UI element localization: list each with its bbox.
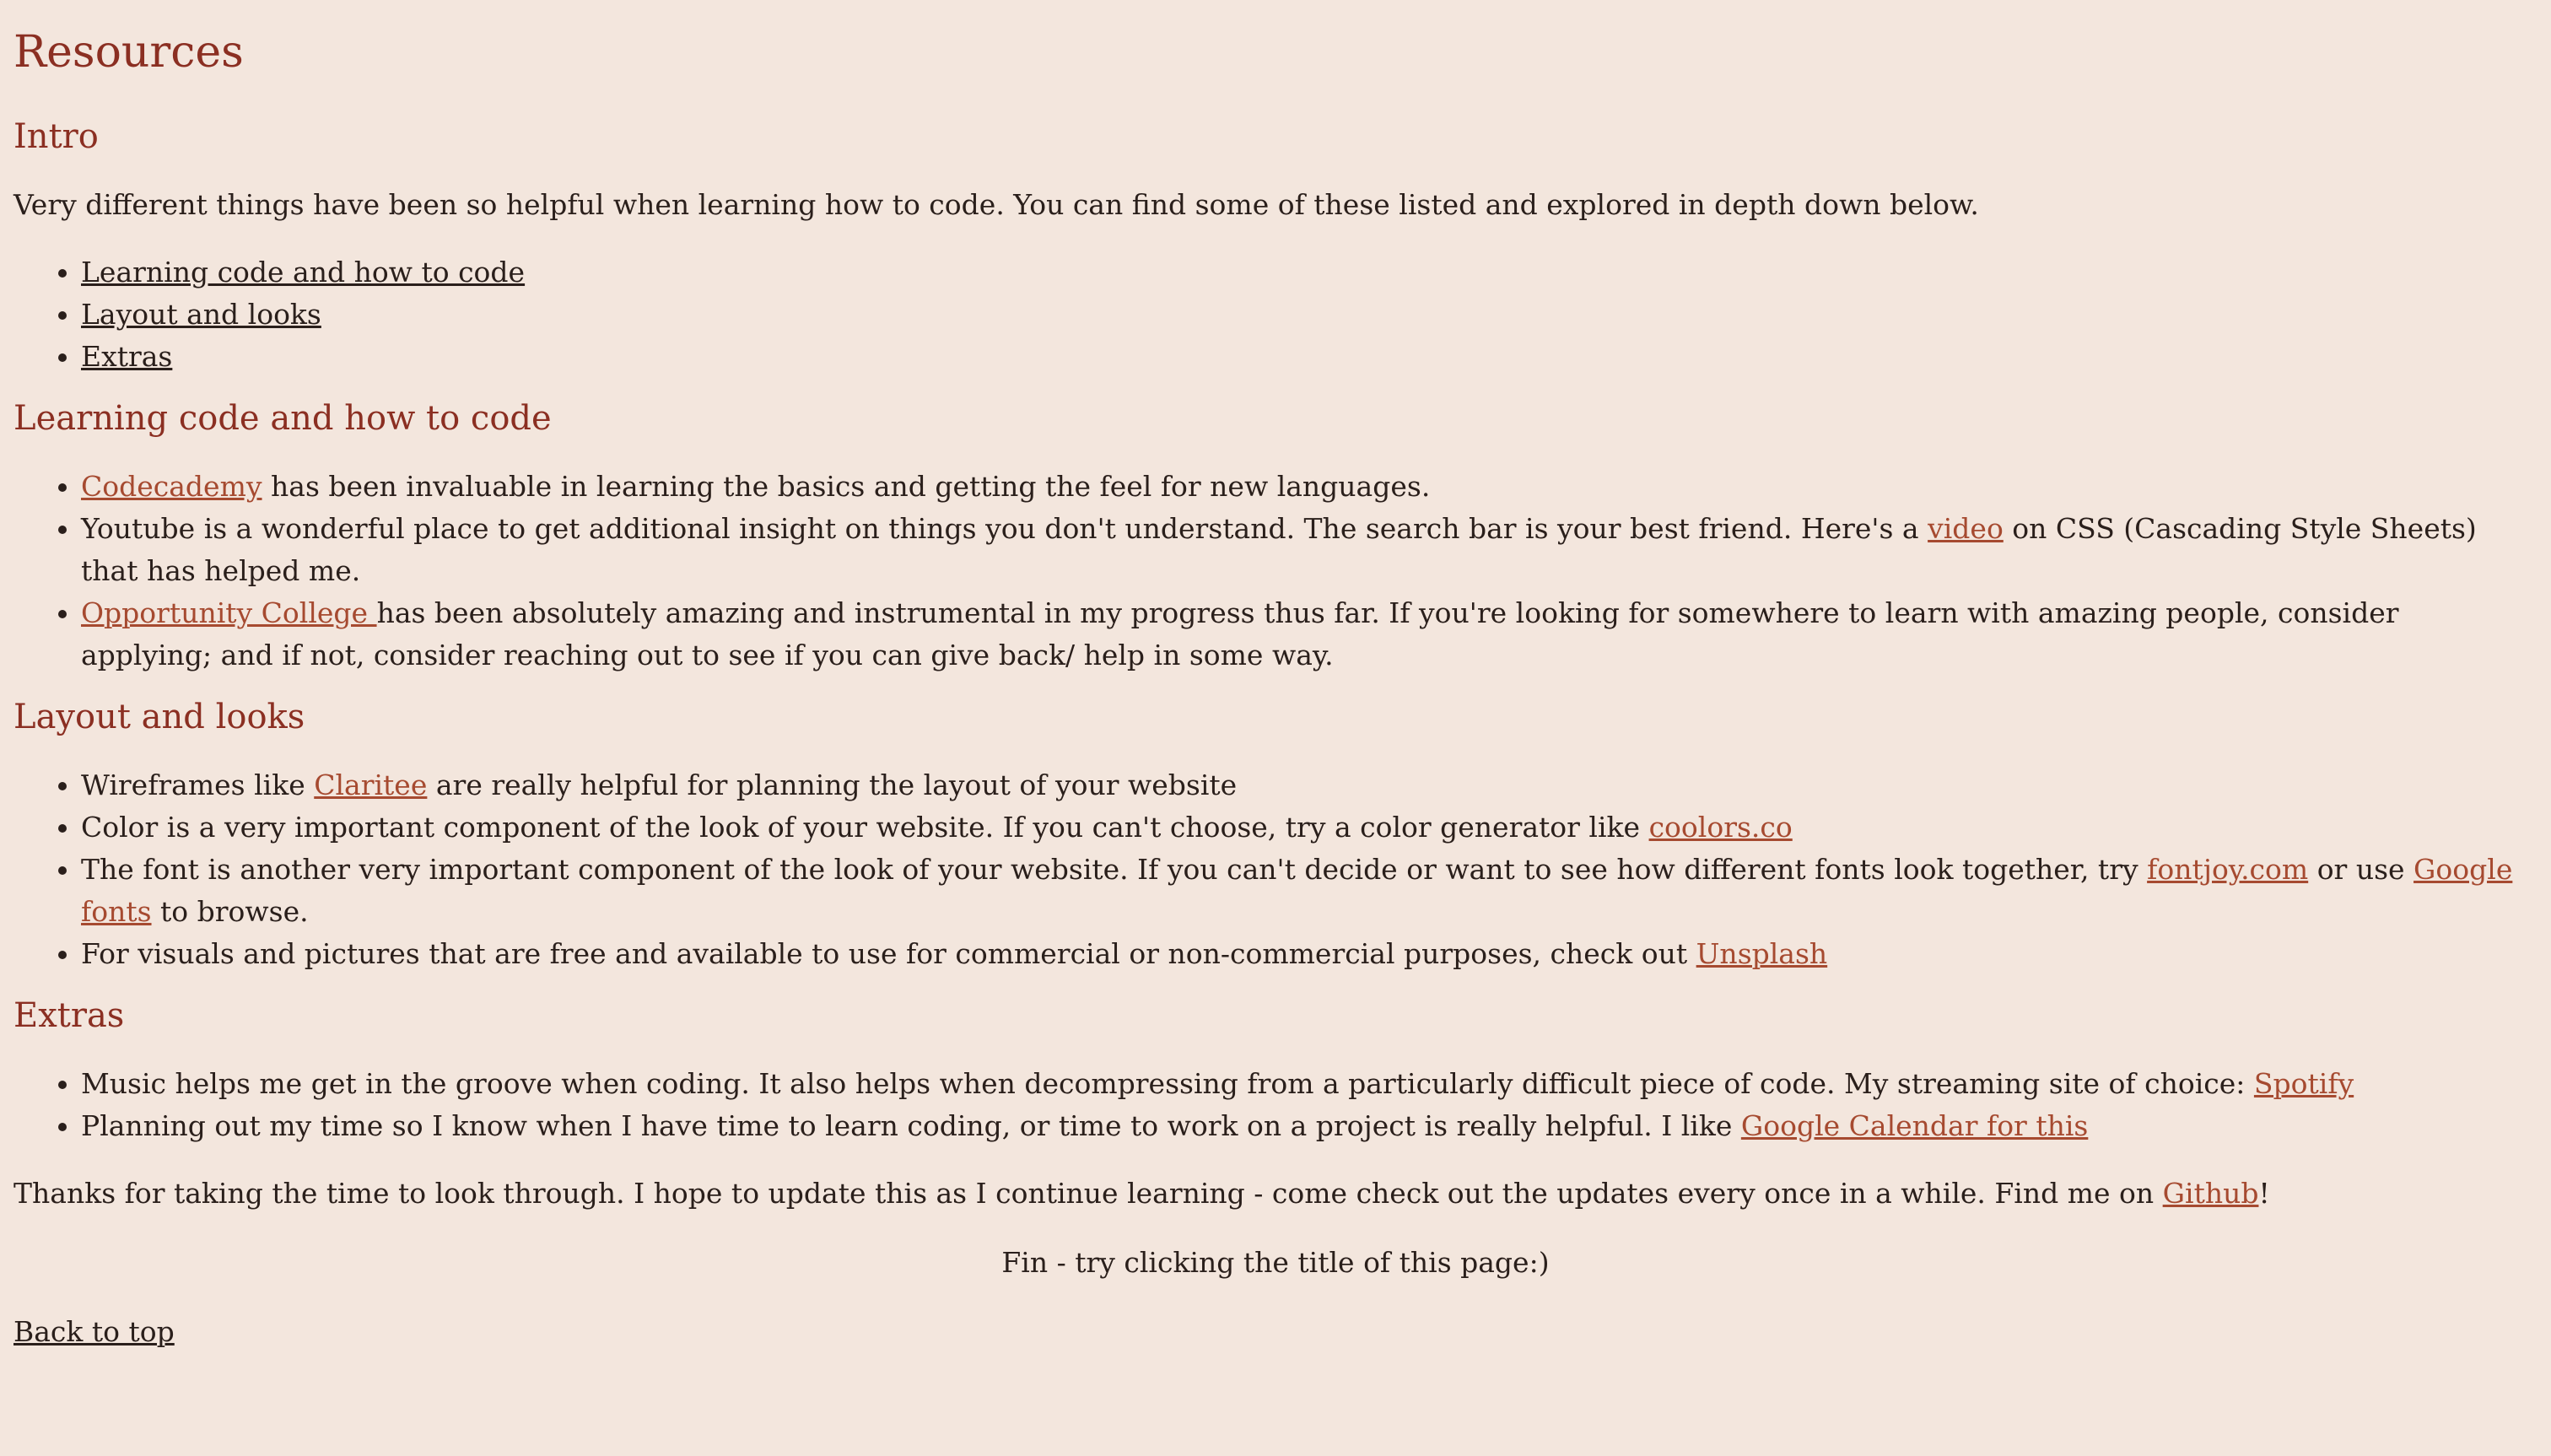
outro-text: Thanks for taking the time to look throu… xyxy=(13,1173,2538,1215)
toc-item: Learning code and how to code xyxy=(81,251,2538,294)
opportunity-college-link[interactable]: Opportunity College xyxy=(81,596,377,629)
list-item: Codecademy has been invaluable in learni… xyxy=(81,466,2538,508)
fontjoy-link[interactable]: fontjoy.com xyxy=(2147,853,2308,886)
list-item: Wireframes like Claritee are really help… xyxy=(81,764,2538,806)
outro-text-after: ! xyxy=(2258,1177,2270,1210)
github-link[interactable]: Github xyxy=(2163,1177,2259,1210)
toc-link-layout[interactable]: Layout and looks xyxy=(81,298,321,331)
list-item-text: For visuals and pictures that are free a… xyxy=(81,937,1696,970)
list-item: Planning out my time so I know when I ha… xyxy=(81,1105,2538,1147)
fin-text: Fin - try clicking the title of this pag… xyxy=(1001,1246,1550,1279)
codecademy-link[interactable]: Codecademy xyxy=(81,470,262,503)
coolors-link[interactable]: coolors.co xyxy=(1649,811,1793,844)
layout-heading: Layout and looks xyxy=(13,698,305,736)
list-item-text: Youtube is a wonderful place to get addi… xyxy=(81,512,1928,545)
list-item-text: Color is a very important component of t… xyxy=(81,811,1649,844)
unsplash-link[interactable]: Unsplash xyxy=(1696,937,1828,970)
table-of-contents: Learning code and how to code Layout and… xyxy=(13,251,2538,378)
learning-list: Codecademy has been invaluable in learni… xyxy=(13,466,2538,677)
intro-text: Very different things have been so helpf… xyxy=(13,188,1979,221)
list-item: Music helps me get in the groove when co… xyxy=(81,1063,2538,1105)
toc-item: Extras xyxy=(81,336,2538,378)
list-item-text: has been absolutely amazing and instrume… xyxy=(81,596,2399,671)
list-item: Color is a very important component of t… xyxy=(81,806,2538,849)
list-item: Youtube is a wonderful place to get addi… xyxy=(81,508,2538,592)
outro-text-before: Thanks for taking the time to look throu… xyxy=(13,1177,2163,1210)
list-item-text: Planning out my time so I know when I ha… xyxy=(81,1109,1741,1142)
claritee-link[interactable]: Claritee xyxy=(314,768,427,801)
back-to-top-link[interactable]: Back to top xyxy=(13,1315,175,1348)
toc-item: Layout and looks xyxy=(81,294,2538,336)
list-item: For visuals and pictures that are free a… xyxy=(81,933,2538,975)
intro-heading: Intro xyxy=(13,117,99,156)
video-link[interactable]: video xyxy=(1928,512,2004,545)
toc-link-learning[interactable]: Learning code and how to code xyxy=(81,256,525,289)
back-to-top-wrapper: Back to top xyxy=(13,1311,2538,1353)
list-item-text: or use xyxy=(2308,853,2414,886)
layout-list: Wireframes like Claritee are really help… xyxy=(13,764,2538,975)
list-item-text: Music helps me get in the groove when co… xyxy=(81,1067,2254,1100)
google-calendar-link[interactable]: Google Calendar for this xyxy=(1741,1109,2088,1142)
page-title[interactable]: Resources xyxy=(13,0,2538,79)
list-item-text: The font is another very important compo… xyxy=(81,853,2148,886)
list-item-text: Wireframes like xyxy=(81,768,315,801)
extras-heading: Extras xyxy=(13,996,125,1035)
spotify-link[interactable]: Spotify xyxy=(2254,1067,2354,1100)
list-item-text: to browse. xyxy=(151,895,309,928)
toc-link-extras[interactable]: Extras xyxy=(81,340,172,373)
list-item: Opportunity College has been absolutely … xyxy=(81,592,2538,677)
learning-heading: Learning code and how to code xyxy=(13,399,552,438)
extras-list: Music helps me get in the groove when co… xyxy=(13,1063,2538,1147)
list-item: The font is another very important compo… xyxy=(81,849,2538,933)
list-item-text: has been invaluable in learning the basi… xyxy=(262,470,1431,503)
list-item-text: are really helpful for planning the layo… xyxy=(427,768,1238,801)
